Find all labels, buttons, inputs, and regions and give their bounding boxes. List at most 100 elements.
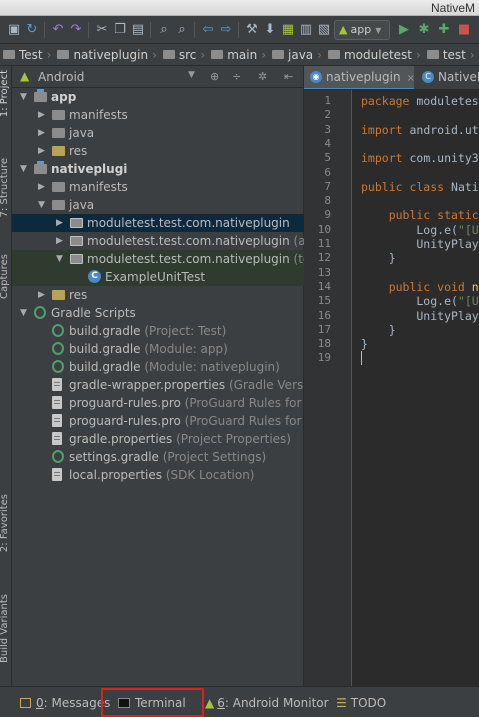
tree-item-label: java bbox=[69, 198, 95, 212]
make-icon[interactable]: ⚒ bbox=[244, 22, 260, 38]
breadcrumb-item[interactable]: nativeplugin › bbox=[54, 44, 159, 65]
tool-tab-project[interactable]: 1: Project bbox=[0, 70, 10, 117]
project-view-select[interactable]: Android bbox=[38, 70, 84, 84]
sync-tree-icon[interactable]: ⊕ bbox=[210, 70, 219, 83]
tool-tab-structure[interactable]: 7: Structure bbox=[0, 158, 10, 217]
back-icon[interactable]: ⇦ bbox=[200, 22, 216, 38]
breadcrumb-item[interactable]: Test › bbox=[0, 44, 54, 65]
expanded-arrow-icon[interactable]: ▼ bbox=[56, 250, 66, 268]
sdk-icon[interactable]: ⬇ bbox=[262, 22, 278, 38]
tree-item[interactable]: gradle-wrapper.properties (Gradle Versio… bbox=[12, 376, 304, 394]
tree-item[interactable]: ▶ java bbox=[12, 124, 304, 142]
cut-icon[interactable]: ✂ bbox=[94, 22, 110, 38]
tree-item[interactable]: C ExampleUnitTest bbox=[12, 268, 304, 286]
sync-icon[interactable]: ↻ bbox=[24, 22, 40, 38]
layout-icon[interactable]: ▧ bbox=[316, 22, 332, 38]
tree-item-label: proguard-rules.pro bbox=[69, 396, 181, 410]
tool-tab-captures[interactable]: Captures bbox=[0, 254, 10, 299]
tool-tab-favorites[interactable]: 2: Favorites bbox=[0, 494, 10, 552]
bottom-tab-messages[interactable]: 0: Messages bbox=[20, 694, 110, 712]
tree-item[interactable]: ▶ manifests bbox=[12, 178, 304, 196]
tree-item[interactable]: build.gradle (Module: app) bbox=[12, 340, 304, 358]
expanded-arrow-icon[interactable]: ▼ bbox=[20, 304, 30, 322]
run-configuration-label: app bbox=[350, 23, 372, 36]
tree-item[interactable]: settings.gradle (Project Settings) bbox=[12, 448, 304, 466]
tree-item[interactable]: ▼ nativeplugi bbox=[12, 160, 304, 178]
tree-item[interactable]: ▶ moduletest.test.com.nativeplugin bbox=[12, 214, 304, 232]
breadcrumb-item[interactable]: moduletest › bbox=[325, 44, 424, 65]
hide-panel-icon[interactable]: ⇤ bbox=[284, 70, 293, 83]
tree-item-text: ExampleUnitTest bbox=[105, 268, 205, 286]
breadcrumb-item[interactable]: main › bbox=[208, 44, 269, 65]
tree-item[interactable]: build.gradle (Project: Test) bbox=[12, 322, 304, 340]
tree-item[interactable]: build.gradle (Module: nativeplugin) bbox=[12, 358, 304, 376]
undo-icon[interactable]: ↶ bbox=[50, 22, 66, 38]
code-line: package moduletest bbox=[361, 94, 479, 108]
expanded-arrow-icon[interactable]: ▼ bbox=[20, 160, 30, 178]
tree-item[interactable]: ▼ java bbox=[12, 196, 304, 214]
expanded-arrow-icon[interactable]: ▼ bbox=[38, 196, 48, 214]
tree-item[interactable]: ▼ Gradle Scripts bbox=[12, 304, 304, 322]
tree-item[interactable]: proguard-rules.pro (ProGuard Rules for n… bbox=[12, 412, 304, 430]
collapsed-arrow-icon[interactable]: ▶ bbox=[38, 286, 48, 304]
collapsed-arrow-icon[interactable]: ▶ bbox=[38, 142, 48, 160]
collapsed-arrow-icon[interactable]: ▶ bbox=[38, 178, 48, 196]
class-icon: C bbox=[88, 270, 101, 283]
tree-item[interactable]: proguard-rules.pro (ProGuard Rules for a… bbox=[12, 394, 304, 412]
tree-item-text: java bbox=[69, 196, 94, 214]
collapsed-arrow-icon[interactable]: ▶ bbox=[56, 214, 66, 232]
tree-item[interactable]: local.properties (SDK Location) bbox=[12, 466, 304, 484]
tree-item-text: Gradle Scripts bbox=[51, 304, 136, 322]
bottom-tab-todo[interactable]: ☰ TODO bbox=[336, 694, 386, 712]
tree-item[interactable]: ▶ moduletest.test.com.nativeplugin (andro bbox=[12, 232, 304, 250]
find-icon[interactable]: ⌕ bbox=[156, 22, 172, 38]
chevron-right-icon: › bbox=[317, 48, 322, 62]
tree-item-label: proguard-rules.pro bbox=[69, 414, 181, 428]
bottom-tab-android-monitor[interactable]: ▲ 6: Android Monitor bbox=[205, 694, 329, 712]
replace-icon[interactable]: ⌕ bbox=[174, 22, 190, 38]
code-line: Log.e("[Ur bbox=[361, 222, 479, 237]
code-line: } bbox=[361, 337, 368, 352]
debug-icon[interactable]: ✱ bbox=[416, 22, 432, 38]
redo-icon[interactable]: ↷ bbox=[68, 22, 84, 38]
collapsed-arrow-icon[interactable]: ▶ bbox=[38, 106, 48, 124]
tree-item[interactable]: ▶ res bbox=[12, 286, 304, 304]
tree-item[interactable]: ▼ moduletest.test.com.nativeplugin (test) bbox=[12, 250, 304, 268]
stop-icon[interactable]: ■ bbox=[456, 22, 472, 38]
tree-item[interactable]: ▶ manifests bbox=[12, 106, 304, 124]
tree-item-suffix: (Project: Test) bbox=[140, 324, 227, 338]
run-configuration-select[interactable]: ▲ app ▼ bbox=[334, 20, 390, 40]
folder-icon bbox=[211, 50, 224, 59]
tree-item[interactable]: gradle.properties (Project Properties) bbox=[12, 430, 304, 448]
run-icon[interactable]: ▶ bbox=[396, 22, 412, 38]
paste-icon[interactable]: ▤ bbox=[130, 22, 146, 38]
structure-icon[interactable]: ▥ bbox=[298, 22, 314, 38]
save-icon[interactable]: ▣ bbox=[6, 22, 22, 38]
chevron-down-icon[interactable]: ▼ bbox=[188, 70, 195, 80]
breadcrumb-item[interactable]: test › bbox=[424, 44, 478, 65]
collapsed-arrow-icon[interactable]: ▶ bbox=[56, 232, 66, 250]
tool-tab-build-variants[interactable]: Build Variants bbox=[0, 594, 10, 663]
tree-item-suffix: (andro bbox=[293, 234, 304, 248]
collapse-all-icon[interactable]: ÷ bbox=[232, 70, 241, 83]
avd-icon[interactable]: ▦ bbox=[280, 22, 296, 38]
tree-item-label: build.gradle bbox=[69, 324, 141, 338]
copy-icon[interactable]: ❐ bbox=[112, 22, 128, 38]
editor-tab-nativem[interactable]: CNativeM bbox=[416, 66, 479, 89]
close-icon[interactable]: × bbox=[407, 73, 415, 84]
breadcrumb-item[interactable]: src › bbox=[160, 44, 208, 65]
tree-item-suffix: (Gradle Version bbox=[228, 378, 304, 392]
forward-icon[interactable]: ⇨ bbox=[218, 22, 234, 38]
line-number: 18 bbox=[317, 337, 331, 351]
editor-tab-nativeplugin[interactable]: ◉ nativeplugin × bbox=[304, 66, 415, 89]
expanded-arrow-icon[interactable]: ▼ bbox=[20, 88, 30, 106]
attach-debugger-icon[interactable]: ✚ bbox=[436, 22, 452, 38]
tree-item-suffix: (Module: nativeplugin) bbox=[140, 360, 280, 374]
gear-icon[interactable]: ✲ bbox=[258, 70, 267, 83]
breadcrumb-item[interactable]: java › bbox=[269, 44, 325, 65]
collapsed-arrow-icon[interactable]: ▶ bbox=[38, 124, 48, 142]
tree-item-text: manifests bbox=[69, 178, 128, 196]
tree-item[interactable]: ▶ res bbox=[12, 142, 304, 160]
tree-item[interactable]: ▼ app bbox=[12, 88, 304, 106]
window-title: NativeM bbox=[430, 1, 475, 15]
